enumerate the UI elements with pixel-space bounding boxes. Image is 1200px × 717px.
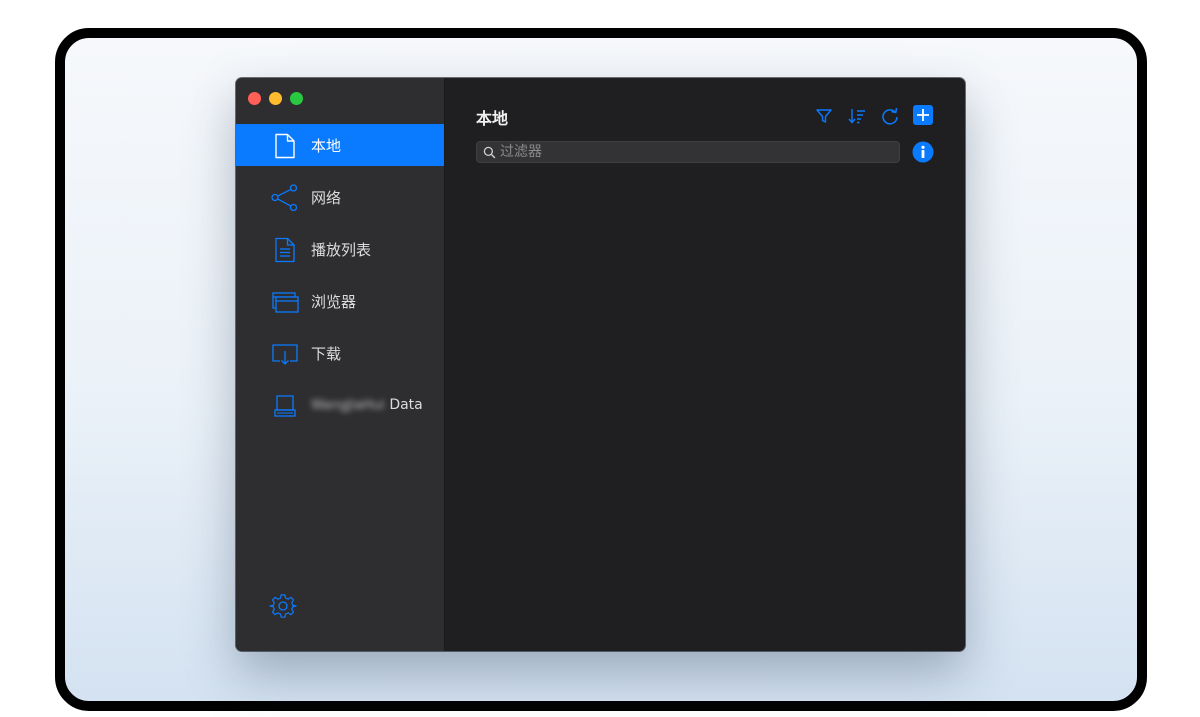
download-icon xyxy=(272,344,298,365)
sidebar-item-label: 浏览器 xyxy=(311,293,357,311)
sidebar-item-downloads[interactable]: 下载 xyxy=(236,332,444,374)
filter-search-field[interactable] xyxy=(476,141,900,163)
filter-input[interactable] xyxy=(500,142,890,162)
sidebar-item-label: WangJiaHui Data xyxy=(311,395,423,413)
plus-icon xyxy=(917,109,929,121)
playlist-icon xyxy=(275,237,295,263)
search-icon xyxy=(483,146,496,159)
sidebar-item-playlist[interactable]: 播放列表 xyxy=(236,228,444,270)
main-pane: 本地 xyxy=(445,78,965,651)
sidebar-item-label: 本地 xyxy=(311,137,342,155)
sidebar-item-local[interactable]: 本地 xyxy=(236,124,444,166)
refresh-icon[interactable] xyxy=(880,106,900,126)
filter-icon[interactable] xyxy=(814,106,834,126)
sort-icon[interactable] xyxy=(847,106,867,126)
app-window: 本地 网络 播放列表 浏览器 下载 WangJiaHui Data 本地 过滤器 xyxy=(236,78,965,651)
info-icon[interactable] xyxy=(912,141,934,163)
sidebar-item-label: 下载 xyxy=(311,345,342,363)
drive-suffix: Data xyxy=(389,397,423,413)
zoom-window-button[interactable] xyxy=(290,92,303,105)
blurred-username: WangJiaHui xyxy=(311,398,385,413)
sidebar-item-network[interactable]: 网络 xyxy=(236,176,444,218)
document-icon xyxy=(275,133,295,159)
sidebar-item-drive[interactable]: WangJiaHui Data xyxy=(236,384,444,426)
gear-icon[interactable] xyxy=(269,593,297,621)
drive-icon xyxy=(274,395,296,417)
page-title: 本地 xyxy=(476,109,509,128)
share-icon xyxy=(271,184,298,212)
minimize-window-button[interactable] xyxy=(269,92,282,105)
traffic-lights xyxy=(248,92,303,105)
sidebar-item-label: 播放列表 xyxy=(311,241,372,259)
sidebar-nav: 本地 网络 播放列表 浏览器 下载 WangJiaHui Data xyxy=(236,124,444,436)
browser-window-icon xyxy=(272,292,299,313)
sidebar: 本地 网络 播放列表 浏览器 下载 WangJiaHui Data xyxy=(236,78,445,651)
sidebar-item-browser[interactable]: 浏览器 xyxy=(236,280,444,322)
close-window-button[interactable] xyxy=(248,92,261,105)
sidebar-item-label: 网络 xyxy=(311,189,342,207)
add-button[interactable] xyxy=(913,105,933,125)
